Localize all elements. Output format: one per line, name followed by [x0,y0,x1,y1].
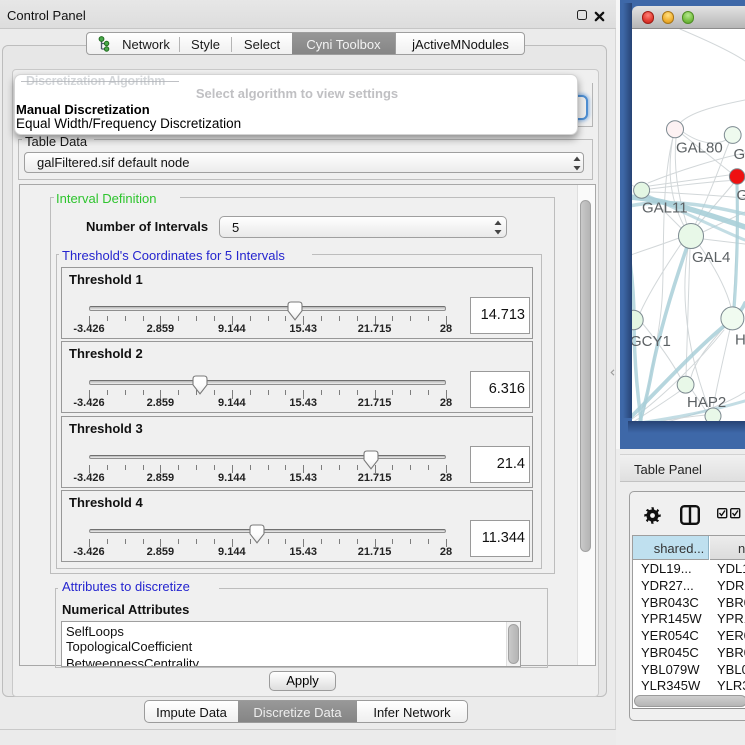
svg-text:GAL4: GAL4 [692,249,730,266]
svg-text:GAL: GAL [734,146,745,163]
svg-text:GAL11: GAL11 [642,200,688,217]
svg-text:H: H [735,332,745,349]
svg-text:GAL80: GAL80 [676,140,723,157]
svg-text:G: G [737,187,745,204]
svg-text:GCY1: GCY1 [632,333,671,350]
svg-text:HAP2: HAP2 [687,394,726,411]
